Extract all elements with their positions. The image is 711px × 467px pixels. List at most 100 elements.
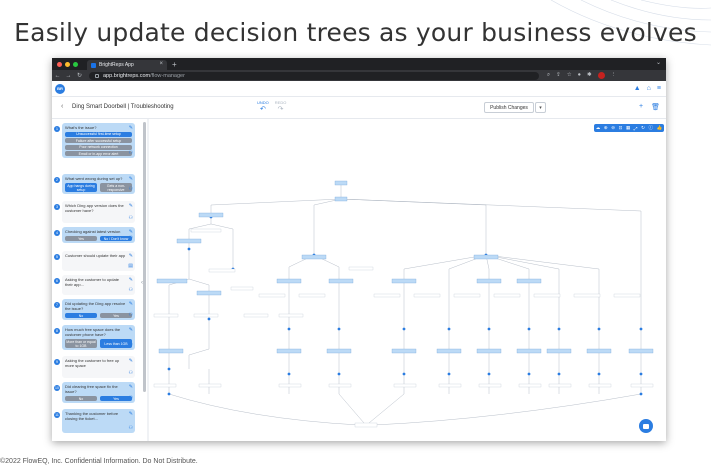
step-number-badge: 8 [54,328,60,334]
undo-button[interactable]: UNDO ↶ [257,100,269,113]
flow-canvas[interactable]: ☁ ⊕ ⊖ ⊡ ▦ ⤢ ↻ ⓘ 👍 [149,119,666,441]
answer-option[interactable]: Poor network connection [65,144,132,150]
slide: Easily update decision trees as your bus… [0,0,711,467]
question-card[interactable]: Thanking the customer before closing the… [62,409,135,433]
publish-changes-button[interactable]: Publish Changes [484,102,534,113]
answer-option[interactable]: Failure after successful setup [65,138,132,143]
home-icon[interactable]: ⌂ [647,85,651,92]
url-input[interactable]: app.brightreps.com/flow-manager [89,71,539,80]
minimize-window-button[interactable] [65,61,70,67]
chat-icon [643,423,649,429]
question-text: Thanking the customer before closing the… [65,411,119,421]
branch-icon[interactable]: ⚇ [129,342,133,348]
app-header: BR ▲ ⌂ ≡ [52,81,666,97]
answer-option[interactable]: Unsuccessful first-time setup [65,131,132,137]
branch-icon[interactable]: ⚇ [129,235,133,241]
answer-option[interactable]: Yes [100,396,132,401]
question-text: Which Ding app version does the customer… [65,203,124,213]
branch-icon[interactable]: ⚇ [129,395,133,401]
answer-option[interactable]: No / Don't know [100,236,132,241]
branch-icon[interactable]: ⚇ [129,215,133,221]
answer-option[interactable]: Gets a non-responsive [100,183,132,192]
question-text: What went wrong during set up? [65,176,123,181]
pencil-icon[interactable]: ✎ [129,301,133,307]
branch-icon[interactable]: ⚇ [129,150,133,156]
document-icon[interactable]: ▤ [128,263,133,269]
pencil-icon[interactable]: ✎ [129,358,133,364]
question-card[interactable]: Asking the customer to update their app.… [62,275,135,295]
undo-redo-group: UNDO ↶ REDO ↷ [257,100,286,113]
slide-title: Easily update decision trees as your bus… [14,18,697,47]
new-tab-button[interactable]: + [172,60,177,69]
branch-icon[interactable]: ⚇ [129,425,133,431]
pencil-icon[interactable]: ✎ [129,384,133,390]
redo-icon: ↷ [277,106,284,113]
maximize-window-button[interactable] [73,61,78,67]
answer-option[interactable]: More than or equal to 1GB [65,339,97,348]
add-icon[interactable]: + [639,103,643,111]
collapse-panel-icon[interactable]: ‹ [141,280,143,286]
header-actions: ▲ ⌂ ≡ [634,85,661,92]
hamburger-menu-icon[interactable]: ≡ [657,85,661,92]
pencil-icon[interactable]: ✎ [129,176,133,182]
undo-icon: ↶ [259,106,266,113]
question-card[interactable]: Which Ding app version does the customer… [62,201,135,223]
question-card[interactable]: Did clearing free space fix the issue? ✎… [62,382,135,403]
back-arrow-icon[interactable]: ← [52,73,63,79]
tab-close-icon[interactable]: × [159,61,163,67]
pencil-icon[interactable]: ✎ [129,327,133,333]
answer-option[interactable]: Yes [65,236,97,241]
trash-icon[interactable]: 🗑 [651,103,660,111]
workspace: 1 What's the issue? ✎ Unsuccessful first… [52,119,666,441]
profile-avatar[interactable] [597,72,605,79]
answer-option[interactable]: Email or in-app error alert [65,151,132,156]
answer-option[interactable]: No [65,313,97,318]
brightreps-logo[interactable]: BR [55,83,65,94]
pencil-icon[interactable]: ✎ [129,277,133,283]
answer-option[interactable]: No [65,396,97,401]
toolbar-right-actions: + 🗑 [639,103,660,111]
app-favicon-icon [91,62,96,68]
extension-icon[interactable]: ● [578,72,581,79]
branch-icon[interactable]: ⚇ [129,287,133,293]
branch-icon[interactable]: ⚇ [129,312,133,318]
publish-dropdown-button[interactable]: ▾ [535,102,546,113]
branch-icon[interactable]: ⚇ [129,186,133,192]
tab-search-icon[interactable]: ⌄ [656,59,661,66]
step-number-badge: 7 [54,302,60,308]
back-chevron-icon[interactable]: ‹ [61,103,63,110]
close-window-button[interactable] [57,61,62,67]
bookmark-star-icon[interactable]: ☆ [567,72,572,79]
answer-options: App hangs during setup Gets a non-respon… [65,183,132,192]
share-icon[interactable]: ⇪ [556,72,561,79]
redo-button[interactable]: REDO ↷ [275,100,287,113]
pencil-icon[interactable]: ✎ [129,411,133,417]
question-text: Did clearing free space fix the issue? [65,384,118,394]
forward-arrow-icon[interactable]: → [63,73,74,79]
question-card[interactable]: Asking the customer to free up more spac… [62,356,135,378]
chat-support-button[interactable] [639,419,653,433]
decision-tree-diagram[interactable] [149,119,666,441]
pencil-icon[interactable]: ✎ [129,203,133,209]
question-card[interactable]: Customer should update their app ✎ ▤ [62,251,135,271]
answer-option[interactable]: Yes [100,313,132,318]
browser-tab[interactable]: BrightReps App × [87,60,167,70]
question-card[interactable]: What went wrong during set up? ✎ App han… [62,174,135,194]
question-card[interactable]: What's the issue? ✎ Unsuccessful first-t… [62,123,135,158]
browser-menu-icon[interactable]: ⋮ [611,72,617,79]
panel-scrollbar[interactable] [143,122,146,392]
reload-icon[interactable]: ↻ [74,72,85,79]
answer-option[interactable]: App hangs during setup [65,183,97,192]
window-controls [57,61,78,67]
answer-option[interactable]: Less than 1GB [100,339,132,348]
pencil-icon[interactable]: ✎ [129,125,133,131]
answer-options: More than or equal to 1GB Less than 1GB [65,339,132,348]
question-card[interactable]: Did updating the Ding app resolve the is… [62,299,135,320]
zoom-icon[interactable]: ⌕ [547,72,550,79]
puzzle-icon[interactable]: ✱ [587,72,592,79]
pencil-icon[interactable]: ✎ [129,253,133,259]
question-card[interactable]: Checking against latest version ✎ Yes No… [62,227,135,243]
branch-icon[interactable]: ⚇ [129,370,133,376]
question-card[interactable]: How much free space does the customer ph… [62,325,135,350]
bell-icon[interactable]: ▲ [634,85,641,92]
